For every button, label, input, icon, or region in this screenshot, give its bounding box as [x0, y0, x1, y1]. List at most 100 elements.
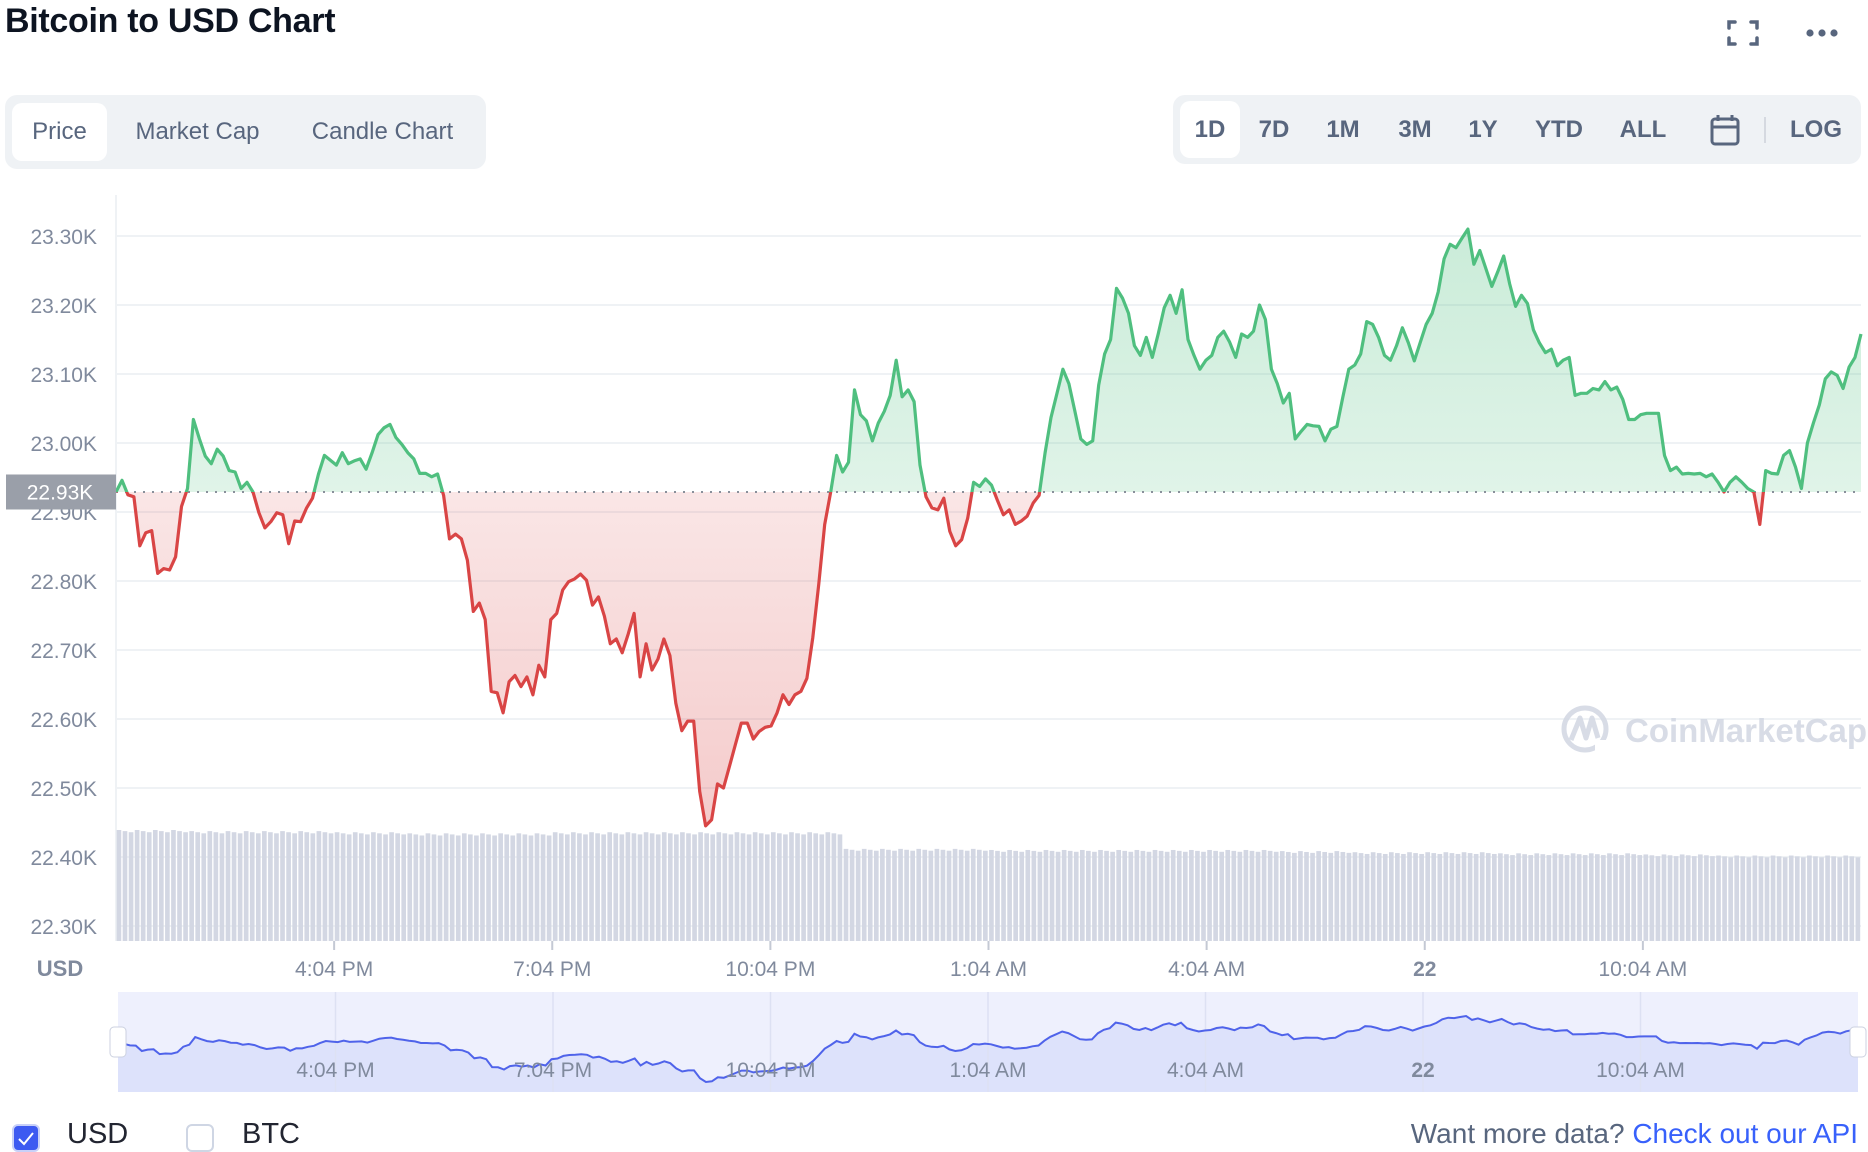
range-navigator[interactable]: 4:04 PM 7:04 PM 10:04 PM 1:04 AM 4:04 AM 22 10… — [109, 992, 1867, 1092]
navigator-tick-label: 7:04 PM — [514, 1059, 592, 1082]
volume-bar — [122, 831, 128, 941]
volume-bar — [352, 832, 358, 941]
volume-bar — [1467, 853, 1473, 941]
price-chart[interactable]: 23.30K23.20K23.10K23.00K22.90K22.80K22.7… — [0, 0, 1868, 1110]
volume-bar — [1813, 856, 1818, 941]
volume-bar — [1849, 856, 1855, 941]
volume-bar — [795, 833, 800, 941]
volume-bar — [225, 831, 231, 941]
volume-bar — [340, 833, 346, 941]
volume-bar — [1267, 850, 1273, 941]
volume-bar — [322, 832, 328, 941]
btc-checkbox[interactable] — [186, 1124, 214, 1152]
volume-bar — [1582, 855, 1588, 941]
volume-bar — [516, 833, 522, 941]
volume-bar — [1407, 852, 1412, 941]
volume-bar — [1655, 856, 1661, 941]
volume-bar — [219, 833, 225, 941]
volume-bar — [746, 834, 752, 941]
volume-bar — [480, 833, 485, 941]
volume-bar — [770, 832, 776, 941]
volume-bar — [1182, 851, 1188, 941]
volume-bar — [310, 833, 316, 941]
volume-bar — [1401, 853, 1406, 941]
navigator-left-handle[interactable] — [109, 1026, 127, 1058]
volume-bar — [861, 848, 867, 941]
volume-bar — [116, 830, 122, 941]
volume-bar — [1328, 852, 1334, 941]
volume-bar — [1449, 853, 1455, 941]
volume-bar — [1437, 853, 1443, 941]
navigator-tick-label: 1:04 AM — [949, 1059, 1026, 1082]
volume-bar — [704, 833, 709, 941]
volume-bar — [740, 833, 746, 941]
volume-bar — [1807, 855, 1812, 941]
volume-bar — [1285, 851, 1291, 941]
volume-bar — [880, 848, 885, 941]
volume-bar — [534, 833, 540, 941]
volume-bar — [195, 832, 201, 941]
volume-bar — [183, 832, 188, 941]
volume-bar — [1370, 852, 1376, 941]
volume-bar — [1528, 855, 1534, 941]
volume-bar — [649, 833, 655, 941]
volume-bar — [1540, 854, 1546, 941]
volume-bar — [498, 833, 503, 941]
volume-bar — [1613, 854, 1618, 941]
volume-bar — [995, 850, 1000, 941]
volume-bar — [383, 834, 388, 941]
volume-bar — [1273, 851, 1279, 941]
volume-bar — [1340, 851, 1346, 941]
volume-bar — [134, 830, 140, 941]
y-tick-label: 23.30K — [30, 226, 97, 249]
volume-bar — [1134, 849, 1140, 941]
volume-bar — [1334, 851, 1340, 941]
navigator-right-handle[interactable] — [1849, 1026, 1867, 1058]
volume-bar — [1698, 854, 1703, 941]
volume-bar — [128, 832, 134, 941]
volume-bar — [1764, 857, 1770, 941]
volume-bar — [395, 833, 400, 941]
volume-bar — [280, 831, 285, 941]
volume-bar — [1382, 853, 1388, 941]
watermark-logo: CoinMarketCap — [1561, 705, 1867, 754]
volume-bar — [1304, 851, 1309, 941]
volume-bar — [789, 832, 794, 941]
volume-bar — [1479, 852, 1485, 941]
volume-bar — [365, 834, 370, 941]
volume-bar — [625, 832, 631, 941]
usd-checkbox[interactable] — [12, 1124, 40, 1152]
volume-bar — [1722, 856, 1727, 941]
volume-bar — [316, 831, 322, 941]
currency-axis-label: USD — [37, 956, 83, 981]
volume-bar — [983, 850, 988, 941]
volume-bar — [1667, 855, 1673, 941]
volume-bar — [1419, 853, 1424, 941]
volume-bar — [825, 832, 831, 941]
volume-bar — [262, 831, 267, 941]
y-tick-label: 22.80K — [30, 571, 97, 594]
volume-bar — [1788, 855, 1794, 941]
volume-bar — [1395, 853, 1400, 941]
api-link[interactable]: Check out our API — [1632, 1118, 1858, 1149]
volume-bar — [637, 834, 643, 941]
volume-bar — [1249, 850, 1255, 941]
volume-bar — [437, 835, 443, 941]
volume-bar — [1837, 857, 1843, 941]
volume-bar — [1207, 849, 1212, 941]
volume-bar — [389, 832, 394, 941]
volume-bar — [1661, 854, 1667, 941]
volume-bar — [1019, 851, 1025, 941]
volume-bar — [1728, 857, 1733, 941]
volume-bar — [1843, 855, 1849, 941]
volume-bar — [680, 832, 685, 941]
volume-bar — [1073, 851, 1079, 941]
volume-bar — [377, 833, 382, 941]
volume-bar — [1388, 852, 1394, 941]
volume-bar — [1710, 856, 1715, 941]
volume-bar — [970, 848, 976, 941]
volume-bar — [1031, 850, 1037, 941]
volume-bar — [1170, 849, 1176, 941]
volume-bar — [189, 831, 194, 941]
volume-bar — [1685, 855, 1691, 941]
